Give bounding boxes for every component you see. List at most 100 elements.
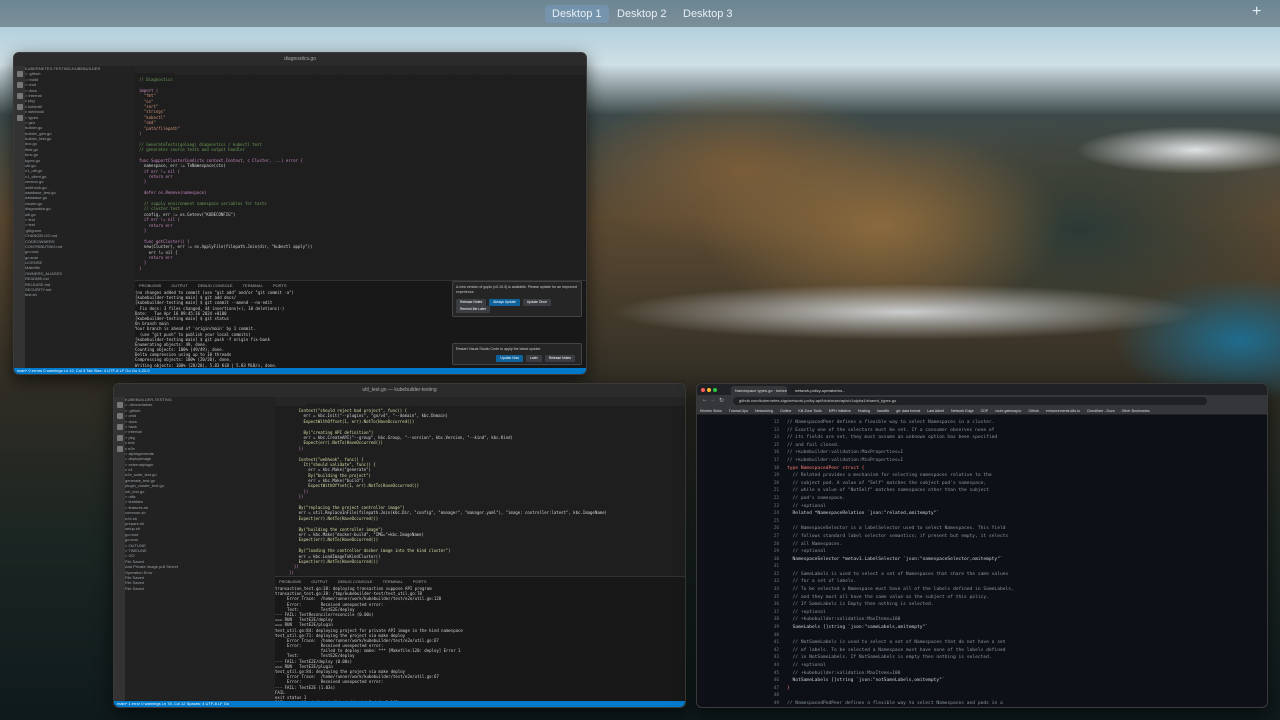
editor-tab[interactable]: framework.go (340, 404, 377, 406)
panel-tabs: PROBLEMS OUTPUT DEBUG CONSOLE TERMINAL PORTS (275, 577, 685, 586)
browser-tab[interactable]: network-policy-operator/ns... (791, 386, 861, 395)
terminal-panel[interactable]: PROBLEMS OUTPUT DEBUG CONSOLE TERMINAL PORTS… (275, 576, 685, 701)
address-bar[interactable]: github.com/kubernetes-sigs/network-polic… (733, 397, 1207, 405)
bookmark-item[interactable]: Network Edge (951, 407, 974, 414)
source-line (787, 518, 1267, 526)
source-line (787, 632, 1267, 640)
bookmark-item[interactable]: Cloudflare - Docs (1087, 407, 1115, 414)
source-line: // SameLabels is used to select a set of… (787, 571, 1009, 577)
bookmark-item[interactable]: Kitchen Sinks (700, 407, 722, 414)
source-line: // If SameLabels is Empty then nothing i… (787, 602, 934, 608)
explorer-item[interactable]: test.sh (25, 292, 135, 297)
bookmark-item[interactable]: Other Bookmarks (1122, 407, 1150, 414)
notification-button[interactable]: Update Once (522, 299, 551, 306)
source-line: // +kubebuilder:validation:MaxItems=100 (787, 617, 901, 623)
minimize-window-icon[interactable] (707, 388, 711, 392)
source-control-icon[interactable] (16, 93, 23, 99)
mission-control-spaces-bar: Desktop 1 Desktop 2 Desktop 3 + (0, 0, 1280, 27)
reload-icon[interactable]: ↻ (719, 397, 724, 404)
bookmark-item[interactable]: CDP (981, 407, 989, 414)
vscode-window-diagnostics[interactable]: diagnostics.go KUBERNETES-TESTING-KUBEBU… (13, 52, 587, 375)
panel-tab[interactable]: TERMINAL (383, 577, 403, 586)
bookmark-item[interactable]: Github (1028, 407, 1039, 414)
editor-tab[interactable]: diagnostics.go (135, 73, 174, 75)
add-space-button[interactable]: + (1252, 3, 1261, 21)
notification-button[interactable]: Later (526, 355, 542, 362)
source-control-icon[interactable] (116, 424, 123, 430)
panel-tab[interactable]: OUTPUT (171, 281, 187, 290)
editor-tab[interactable]: fd.go (316, 73, 338, 75)
close-window-icon[interactable] (701, 388, 705, 392)
code-editor[interactable]: Context("should reject bad project", fun… (289, 408, 675, 576)
bookmark-item[interactable]: Tutorial Ups (729, 407, 748, 414)
panel-tab[interactable]: DEBUG CONSOLE (338, 577, 373, 586)
browser-tab-active[interactable]: Namespace types.go · kubernetes (731, 386, 787, 395)
github-code-view[interactable]: // NamespacedPeer defines a flexible way… (697, 415, 1267, 707)
files-icon[interactable] (16, 71, 23, 77)
forward-icon[interactable]: → (710, 397, 716, 403)
back-icon[interactable]: ← (702, 397, 708, 403)
editor-tab[interactable]: format.go (386, 73, 417, 75)
bookmark-item[interactable]: Last Admit (927, 407, 944, 414)
bookmark-item[interactable]: MPH Initiative (829, 407, 851, 414)
editor-tab[interactable]: hover.go (450, 73, 479, 75)
editor-tab[interactable]: symbols.go (478, 73, 512, 75)
panel-tab[interactable]: DEBUG CONSOLE (198, 281, 233, 290)
notification-button[interactable]: Update Now (496, 355, 524, 362)
source-line: // pod's namespace. (787, 495, 846, 501)
explorer-item[interactable]: File Saved (125, 586, 275, 591)
space-desktop-1[interactable]: Desktop 1 (545, 5, 609, 23)
chrome-window-github[interactable]: Namespace types.go · kubernetes network-… (696, 383, 1268, 708)
panel-tab[interactable]: PROBLEMS (279, 577, 301, 586)
source-line: // +kubebuilder:validation:MaxItems=100 (787, 670, 901, 676)
notification-button[interactable]: Release Notes (544, 355, 575, 362)
bookmark-item[interactable]: git: data format (896, 407, 920, 414)
extensions-icon[interactable] (116, 446, 123, 452)
source-line (787, 563, 1267, 571)
editor-tab[interactable]: test_cmd.go (377, 404, 412, 406)
zoom-window-icon[interactable] (713, 388, 717, 392)
source-line: // Related provides a mechanism for sele… (787, 473, 992, 479)
extensions-icon[interactable] (16, 115, 23, 121)
notification-button[interactable]: Always Update (489, 299, 520, 306)
editor-tab[interactable]: util_test.go (275, 404, 308, 406)
space-desktop-2[interactable]: Desktop 2 (610, 5, 674, 23)
bookmark-item[interactable]: Kill Zone Tools (798, 407, 821, 414)
search-icon[interactable] (116, 413, 123, 419)
code-line: } (139, 265, 142, 271)
source-line: // its fields are set, they must assume … (787, 435, 998, 441)
editor-tab[interactable]: handle_diagnostics_test.go (255, 73, 316, 75)
terminal-output: transaction_test.go:38: deploying transa… (275, 586, 685, 701)
files-icon[interactable] (116, 402, 123, 408)
panel-tab[interactable]: OUTPUT (311, 577, 327, 586)
code-editor[interactable]: // Diagnostics import ( "fmt" "os" "sort"… (139, 77, 566, 280)
debug-icon[interactable] (116, 435, 123, 441)
panel-tab[interactable]: PROBLEMS (139, 281, 161, 290)
bookmark-item[interactable]: kanaflix (877, 407, 889, 414)
notification-button[interactable]: Remind Me Later (456, 306, 491, 313)
source-line: SameLabels []string `json:"sameLabels,om… (787, 625, 929, 631)
bookmark-item[interactable]: Networking (755, 407, 773, 414)
code-line: }) (289, 569, 294, 575)
panel-tab[interactable]: PORTS (413, 577, 427, 586)
source-line: // +optional (787, 503, 826, 509)
space-desktop-3[interactable]: Desktop 3 (676, 5, 740, 23)
debug-icon[interactable] (16, 104, 23, 110)
editor-tab[interactable]: completions_test.go (338, 73, 387, 75)
editor-tab[interactable]: util_test.go (307, 404, 340, 406)
editor-tab[interactable]: highlight.go (416, 73, 450, 75)
bookmark-item[interactable]: route.gateway.io (995, 407, 1021, 414)
source-line: // NamespaceSelector is a labelSelector … (787, 526, 1006, 532)
notification-button[interactable]: Release Notes (456, 299, 487, 306)
bookmark-item[interactable]: Outline (780, 407, 791, 414)
source-line (787, 692, 1267, 700)
vscode-window-util-test[interactable]: util_test.go — kubebuilder-testing KUBEB… (113, 383, 686, 708)
panel-tab[interactable]: PORTS (273, 281, 287, 290)
panel-tab[interactable]: TERMINAL (243, 281, 263, 290)
bookmark-item[interactable]: enhancements.k8s.io (1046, 407, 1080, 414)
editor-tab[interactable]: project_reader_test.go (174, 73, 227, 75)
search-icon[interactable] (16, 82, 23, 88)
bookmark-item[interactable]: Hosting (858, 407, 870, 414)
explorer-sidebar: KUBERNETES-TESTING-KUBEBUILDER > .github.… (25, 66, 135, 368)
editor-tab[interactable]: client.go (227, 73, 255, 75)
